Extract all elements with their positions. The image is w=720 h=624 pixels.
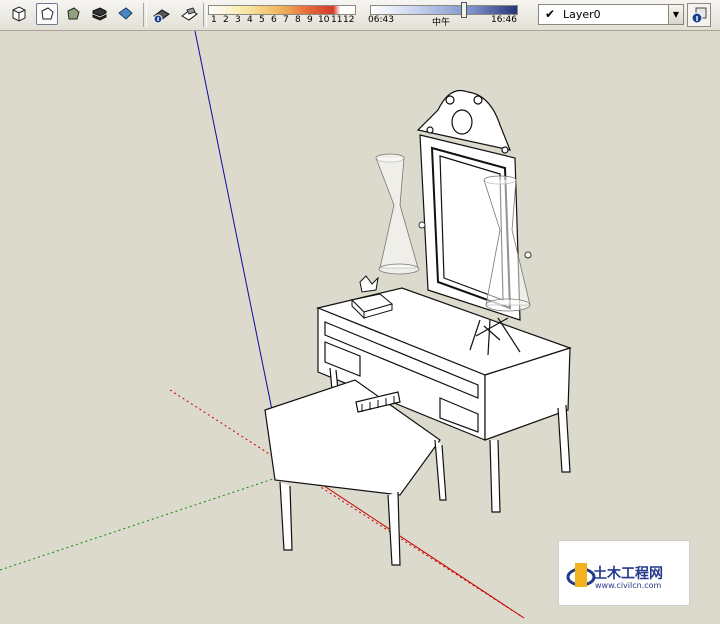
wall-knob: [418, 221, 426, 229]
green-axis: [0, 469, 301, 571]
time-start-label: 06:43: [368, 15, 394, 25]
month-tick: 8: [295, 15, 301, 25]
month-tick: 10: [318, 15, 330, 25]
month-tick: 9: [307, 15, 313, 25]
display-shadows-icon: [181, 7, 198, 21]
dropdown-arrow-icon[interactable]: ▼: [668, 5, 683, 24]
shaded-style-icon: [67, 7, 80, 20]
shaded-textures-icon: [92, 7, 107, 21]
time-noon-label: 中午: [432, 18, 451, 28]
toolbar-separator: [203, 3, 207, 27]
checkmark-icon: ✔: [545, 7, 556, 21]
month-tick: 5: [259, 15, 265, 25]
wall-knob: [524, 251, 532, 259]
monochrome-style-icon: [118, 7, 133, 20]
iso-view-button[interactable]: [8, 3, 30, 25]
layer-manager-icon: [691, 7, 707, 24]
shaded-style-button[interactable]: [62, 3, 84, 25]
time-slider[interactable]: [370, 5, 518, 15]
layer-name: Layer0: [563, 8, 601, 21]
month-tick: 7: [283, 15, 289, 25]
month-tick-labels: 1 2 3 4 5 6 7 8 9 10 11 12: [208, 15, 356, 27]
display-shadows-button[interactable]: [178, 3, 200, 25]
red-axis: [299, 469, 525, 619]
shadow-settings-button[interactable]: [150, 3, 172, 25]
month-tick: 12: [343, 15, 355, 25]
wireframe-style-icon: [41, 7, 54, 20]
model-scene: [0, 30, 572, 619]
watermark-logo: 土木工程网 www.civilcn.com: [558, 540, 690, 606]
toolbar-separator: [143, 3, 147, 27]
wireframe-style-button[interactable]: [36, 3, 58, 25]
blue-axis: [194, 30, 273, 411]
toolbar: 1 2 3 4 5 6 7 8 9 10 11 12 06:43 中午 16:4…: [0, 0, 720, 31]
layer-dropdown[interactable]: ✔ Layer0 ▼: [538, 4, 684, 25]
table-lamp-left: [375, 153, 420, 275]
shadow-settings-icon: [153, 9, 170, 24]
iso-view-icon: [12, 6, 26, 22]
month-tick: 11: [331, 15, 343, 25]
month-tick: 2: [223, 15, 229, 25]
modeling-viewport[interactable]: [0, 30, 720, 621]
month-tick: 4: [247, 15, 253, 25]
layer-manager-button[interactable]: [687, 3, 711, 27]
watermark-title: 土木工程网: [593, 566, 663, 582]
month-slider[interactable]: [208, 5, 356, 15]
month-tick: 6: [271, 15, 277, 25]
monochrome-style-button[interactable]: [114, 3, 136, 25]
time-end-label: 16:46: [491, 15, 517, 25]
shaded-textures-button[interactable]: [88, 3, 110, 25]
watermark-url: www.civilcn.com: [595, 581, 662, 590]
month-tick: 3: [235, 15, 241, 25]
time-labels: 06:43 中午 16:46: [368, 15, 518, 28]
month-tick: 1: [211, 15, 217, 25]
